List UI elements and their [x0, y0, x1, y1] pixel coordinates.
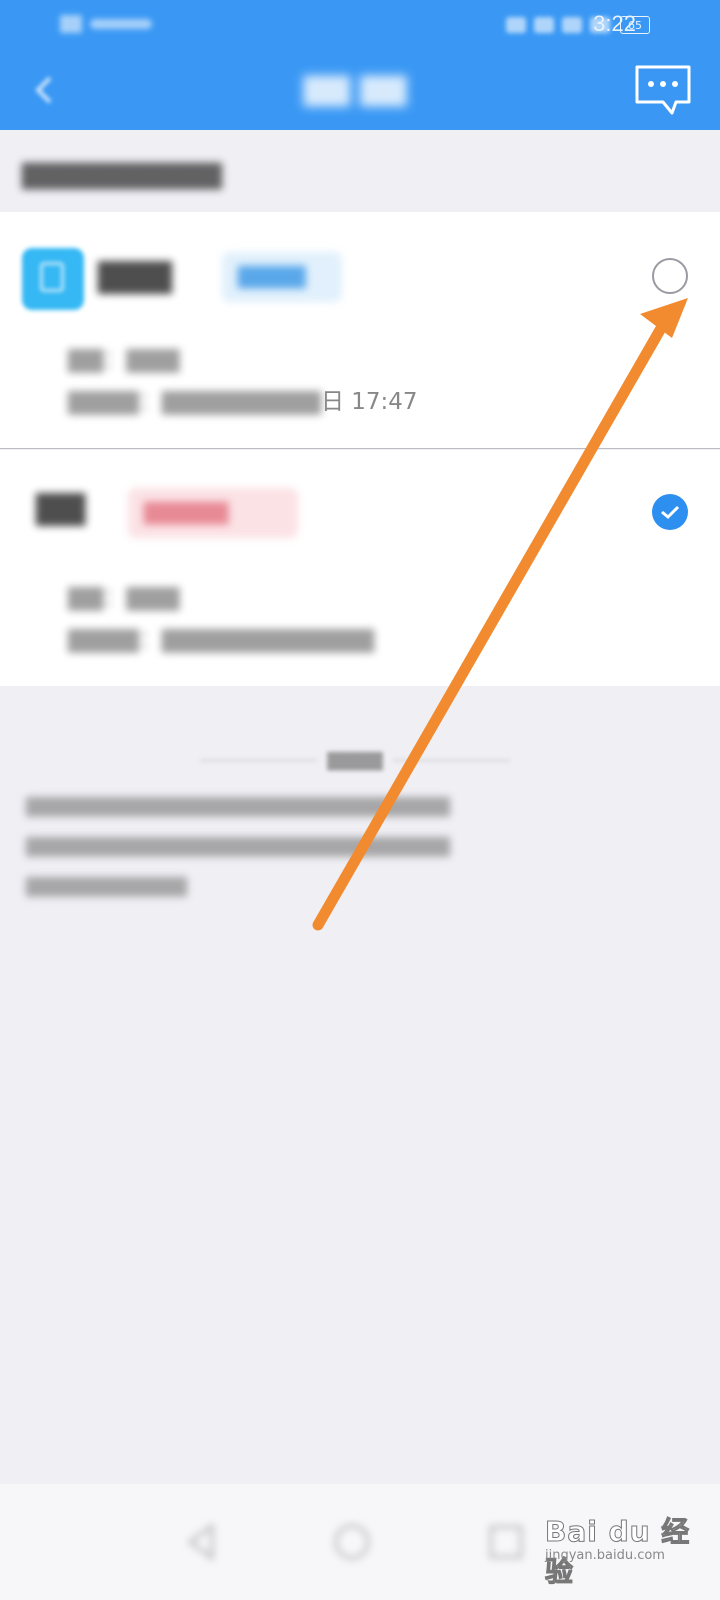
- select-radio[interactable]: [652, 258, 688, 294]
- detail-line: ▇▇：▇▇▇: [68, 585, 180, 611]
- check-icon: [661, 505, 680, 520]
- detail-line: ▇▇：▇▇▇: [68, 347, 180, 373]
- nav-back-icon[interactable]: [180, 1520, 224, 1564]
- status-badge: ▇▇▇▇▇: [128, 488, 298, 538]
- app-header: ▇▇ ▇▇: [0, 50, 720, 130]
- select-radio-checked[interactable]: [652, 494, 688, 530]
- nav-home-icon[interactable]: [330, 1520, 374, 1564]
- status-badge: ▇▇▇▇: [222, 252, 342, 302]
- carrier-indicator: [60, 12, 160, 36]
- notice-heading: ▇▇▇▇: [200, 748, 510, 772]
- app-logo-icon: [22, 248, 84, 310]
- section-subtitle: ▇▇▇▇▇▇▇▇▇▇: [22, 160, 222, 190]
- list-item[interactable]: ▇▇ ▇▇▇▇▇ ▇▇：▇▇▇ ▇▇▇▇：▇▇▇▇▇▇▇▇▇▇▇▇: [0, 450, 720, 686]
- status-bar: 65 3:22: [0, 0, 720, 50]
- item-name: ▇▇▇: [98, 256, 172, 294]
- detail-time: ▇▇▇▇：▇▇▇▇▇▇▇▇▇日 17:47: [68, 389, 418, 415]
- notice-text: ▇▇▇▇▇▇▇▇▇▇▇▇▇▇▇▇▇▇▇▇▇▇▇▇▇▇▇▇▇ ▇▇▇▇▇▇▇▇▇▇▇…: [26, 795, 450, 897]
- status-time: 3:22: [593, 11, 636, 36]
- notice-section: ▇▇▇▇ ▇▇▇▇▇▇▇▇▇▇▇▇▇▇▇▇▇▇▇▇▇▇▇▇▇▇▇▇▇ ▇▇▇▇▇▇…: [0, 740, 720, 910]
- nav-recent-icon[interactable]: [484, 1520, 528, 1564]
- back-arrow-icon[interactable]: [30, 72, 60, 108]
- detail-line: ▇▇▇▇：▇▇▇▇▇▇▇▇▇▇▇▇: [68, 627, 375, 653]
- item-name: ▇▇: [36, 488, 86, 526]
- page-title: ▇▇ ▇▇: [303, 72, 407, 107]
- list-item[interactable]: ▇▇▇ ▇▇▇▇ ▇▇：▇▇▇ ▇▇▇▇：▇▇▇▇▇▇▇▇▇日 17:47: [0, 212, 720, 449]
- chat-bubble-icon[interactable]: [632, 62, 694, 120]
- watermark: Bai du 经验 jingyan.baidu.com: [545, 1502, 695, 1589]
- watermark-url: jingyan.baidu.com: [545, 1548, 665, 1563]
- detail-time-value: 日 17:47: [320, 389, 418, 415]
